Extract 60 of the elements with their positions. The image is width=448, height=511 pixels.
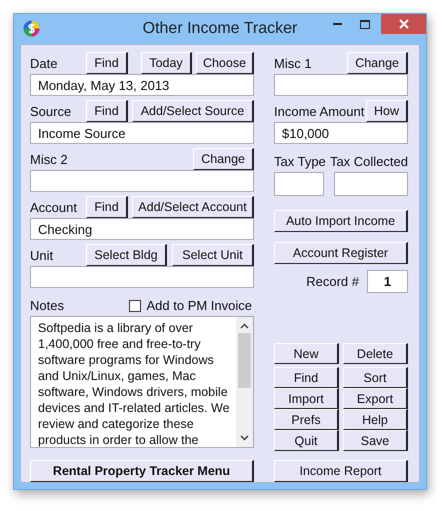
button[interactable]: Delete [343, 343, 408, 364]
record-field[interactable]: 1 [367, 270, 408, 293]
button[interactable]: New [274, 343, 339, 364]
field-label: Date [30, 56, 58, 70]
input-field[interactable] [274, 172, 324, 196]
window-title: Other Income Tracker [142, 20, 298, 37]
button[interactable]: Find [86, 196, 128, 218]
input-field[interactable] [334, 172, 408, 196]
menu-button[interactable]: Rental Property Tracker Menu [30, 460, 254, 482]
button[interactable]: Import [274, 388, 339, 409]
scrollbar[interactable] [236, 317, 253, 447]
field-label: Misc 2 [30, 152, 69, 166]
button[interactable]: Export [343, 388, 408, 409]
button[interactable]: Change [347, 52, 408, 74]
input-field[interactable] [274, 74, 408, 96]
field-label: Tax Type [274, 154, 326, 169]
field-label: Account [30, 200, 78, 214]
close-icon [398, 19, 408, 29]
button[interactable]: Add/Select Source [132, 100, 254, 122]
button[interactable]: Sort [343, 367, 408, 388]
button[interactable]: How [366, 100, 408, 122]
input-field[interactable] [30, 170, 254, 192]
field-label: Source [30, 104, 72, 118]
app-icon [23, 20, 40, 37]
field-label: Misc 1 [274, 56, 313, 70]
close-button[interactable] [381, 14, 426, 34]
input-field[interactable] [30, 266, 254, 288]
button[interactable]: Save [343, 430, 408, 451]
record-label: Record # [306, 274, 359, 289]
field-label: Income Amount [274, 104, 366, 118]
button[interactable]: Today [141, 52, 192, 74]
notes-text: Softpedia is a library of over 1,400,000 free and free-to-try software programs for Windows and Unix/Linux, games, Mac software, Windows drivers, mobile devices and IT-related articles. We review and categorize these products in order to allow the [37, 320, 231, 447]
report-button[interactable]: Income Report [274, 460, 408, 482]
input-field[interactable]: Monday, May 13, 2013 [30, 74, 254, 96]
field-label: Unit [30, 248, 54, 262]
button[interactable]: Add/Select Account [132, 196, 254, 218]
button[interactable]: Find [274, 367, 339, 388]
maximize-icon [360, 20, 370, 28]
input-field[interactable]: $10,000 [274, 122, 408, 144]
button[interactable]: Select Unit [172, 244, 254, 266]
button[interactable]: Select Bldg [86, 244, 167, 266]
button[interactable]: Help [343, 409, 408, 430]
field-label: Tax Collected [330, 154, 408, 169]
scroll-down-icon[interactable] [240, 435, 249, 441]
input-field[interactable]: Checking [30, 218, 254, 240]
button[interactable]: Auto Import Income [274, 210, 408, 232]
checkbox[interactable]: Add to PM Invoice [128, 298, 252, 313]
scroll-up-icon[interactable] [240, 323, 249, 329]
input-field[interactable]: Income Source [30, 122, 254, 144]
button[interactable]: Find [86, 52, 128, 74]
button[interactable]: Account Register [274, 242, 408, 264]
button[interactable]: Find [86, 100, 128, 122]
scroll-thumb[interactable] [238, 333, 251, 388]
button[interactable]: Prefs [274, 409, 339, 430]
notes-label: Notes [30, 298, 64, 313]
button[interactable]: Choose [196, 52, 254, 74]
minimize-icon [333, 23, 342, 25]
button[interactable]: Quit [274, 430, 339, 451]
button[interactable]: Change [193, 148, 254, 170]
notes-field[interactable] [30, 316, 254, 448]
